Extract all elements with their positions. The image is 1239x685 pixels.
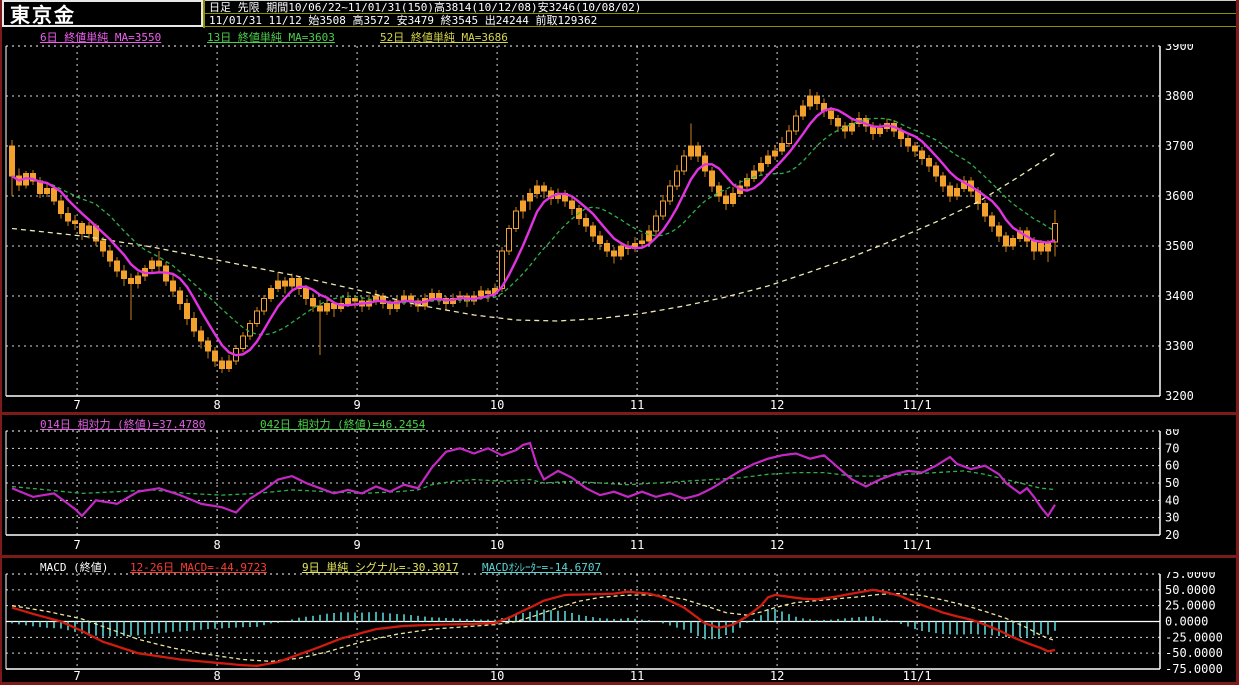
x-axis-label: 9 (353, 669, 360, 682)
header-line-1: 日足 先限 期間10/06/22~11/01/31(150)高3814(10/1… (205, 1, 1236, 14)
y-axis-label: 25.0000 (1165, 599, 1216, 613)
x-axis-label: 11 (630, 669, 644, 682)
y-axis-label: 3200 (1165, 389, 1194, 403)
signal-line (11, 592, 1056, 663)
x-axis-label: 10 (490, 669, 504, 682)
candles (9, 89, 1058, 373)
x-axis-label: 12 (770, 398, 784, 412)
y-axis-label: -25.0000 (1165, 630, 1223, 644)
x-axis-label: 11/1 (903, 398, 932, 412)
rsi-chart[interactable]: 7 8 9 10 11 12 11/1 80 70 60 50 40 30 20 (2, 429, 1236, 555)
x-axis-label: 11/1 (903, 669, 932, 682)
instrument-title: 東京金 (10, 3, 76, 27)
rsi-panel: 014日 相対力 (終値)=37.4780 042日 相対力 (終値)=46.2… (2, 415, 1236, 555)
y-axis-label: 3500 (1165, 239, 1194, 253)
ma13-legend-item[interactable]: 13日 終値単純 MA=3603 (207, 29, 335, 45)
rsi-legend: 014日 相対力 (終値)=37.4780 042日 相対力 (終値)=46.2… (2, 415, 1236, 431)
y-axis-label: 3600 (1165, 189, 1194, 203)
x-axis-label: 12 (770, 538, 784, 552)
chart-window: 東京金 日足 先限 期間10/06/22~11/01/31(150)高3814(… (0, 0, 1239, 685)
x-axis-label: 11/1 (903, 538, 932, 552)
x-axis-label: 9 (353, 538, 360, 552)
y-axis-label: 3300 (1165, 339, 1194, 353)
y-axis-label: 3700 (1165, 139, 1194, 153)
x-axis-label: 10 (490, 398, 504, 412)
x-axis-label: 7 (73, 398, 80, 412)
x-axis-label: 10 (490, 538, 504, 552)
rsi14-line (11, 441, 1056, 518)
y-axis-label: 3900 (1165, 44, 1194, 53)
y-axis-label: -75.0000 (1165, 662, 1223, 676)
macd-panel: MACD (終値) 12-26日 MACD=-44.9723 9日 単純 シグナ… (2, 558, 1236, 682)
y-axis-label: 40 (1165, 493, 1179, 507)
x-axis-label: 8 (213, 538, 220, 552)
ma6-legend-item[interactable]: 6日 終値単純 MA=3550 (40, 29, 161, 45)
y-axis-label: 0.0000 (1165, 615, 1208, 629)
ma13-line (11, 117, 1056, 336)
x-axis-label: 7 (73, 669, 80, 682)
x-axis-label: 7 (73, 538, 80, 552)
x-axis-label: 8 (213, 669, 220, 682)
macd-chart[interactable]: 7 8 9 10 11 12 11/1 75.0000 50.0000 25.0000 0.0000… (2, 572, 1236, 682)
x-axis-label: 11 (630, 398, 644, 412)
x-axis-label: 8 (213, 398, 220, 412)
y-axis-label: 75.0000 (1165, 572, 1216, 581)
ma-legend: 6日 終値単純 MA=3550 13日 終値単純 MA=3603 52日 終値単… (2, 28, 1236, 44)
y-axis-label: 30 (1165, 511, 1179, 525)
y-axis-label: 20 (1165, 528, 1179, 542)
macd-legend: MACD (終値) 12-26日 MACD=-44.9723 9日 単純 シグナ… (2, 558, 1236, 574)
chart-header: 日足 先限 期間10/06/22~11/01/31(150)高3814(10/1… (205, 0, 1236, 28)
y-axis-label: 3800 (1165, 89, 1194, 103)
y-axis-label: 80 (1165, 429, 1179, 438)
macd-line (11, 588, 1056, 667)
y-axis-label: 60 (1165, 459, 1179, 473)
y-axis-label: 3400 (1165, 289, 1194, 303)
instrument-title-box: 東京金 (2, 0, 203, 27)
grid (5, 430, 1161, 536)
y-axis-label: 70 (1165, 441, 1179, 455)
x-axis-label: 12 (770, 669, 784, 682)
main-chart-panel: 7 8 9 10 11 12 11/1 3900 3800 3700 3600 3500 3400 330… (2, 44, 1236, 412)
macd-histogram (11, 608, 1056, 640)
ma52-legend-item[interactable]: 52日 終値単純 MA=3686 (380, 29, 508, 45)
candlestick-chart[interactable]: 7 8 9 10 11 12 11/1 3900 3800 3700 3600 3500 3400 330… (2, 44, 1236, 412)
x-axis-label: 11 (630, 538, 644, 552)
y-axis-label: -50.0000 (1165, 646, 1223, 660)
x-axis-label: 9 (353, 398, 360, 412)
header-line-2: 11/01/31 11/12 始3508 高3572 安3479 終3545 出… (205, 14, 1236, 27)
y-axis-label: 50 (1165, 476, 1179, 490)
y-axis-label: 50.0000 (1165, 583, 1216, 597)
